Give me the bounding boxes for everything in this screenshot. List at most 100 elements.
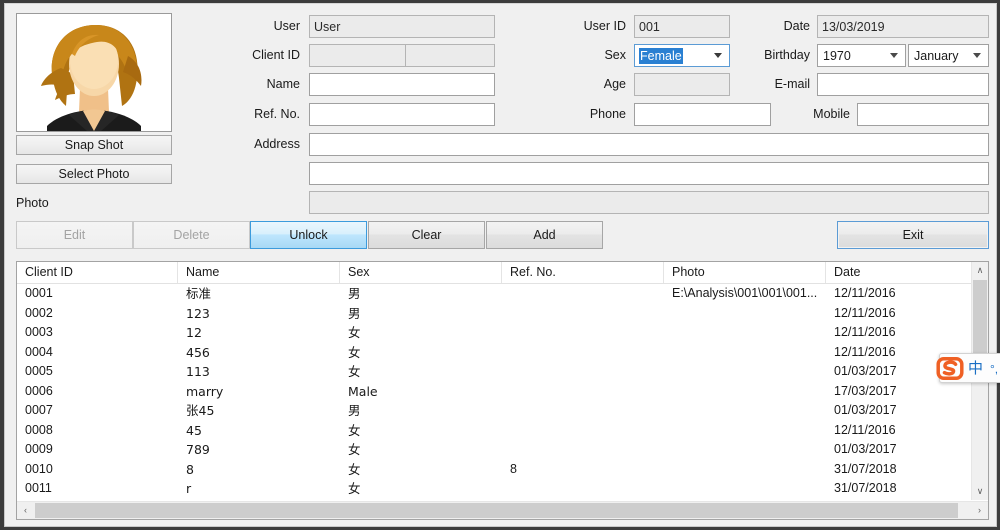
cell-name: 45 — [186, 422, 202, 438]
birthday-year-dropdown[interactable]: 1970 — [817, 44, 906, 67]
address-field-line2[interactable] — [309, 162, 989, 185]
cell-sex: 女 — [348, 325, 361, 340]
table-row[interactable]: 0010 8 女 8 31/07/2018 — [17, 460, 988, 480]
email-field[interactable] — [817, 73, 989, 96]
table-row[interactable]: 0003 12 女 12/11/2016 — [17, 323, 988, 343]
address-field-line1[interactable] — [309, 133, 989, 156]
column-header-client-id[interactable]: Client ID — [17, 262, 178, 283]
cell-name: 123 — [186, 305, 210, 321]
cell-date: 01/03/2017 — [834, 442, 897, 456]
table-row[interactable]: 0008 45 女 12/11/2016 — [17, 421, 988, 441]
unlock-button[interactable]: Unlock — [250, 221, 367, 249]
cell-name: 8 — [186, 461, 194, 477]
cell-photo — [664, 440, 826, 460]
ime-mode-label[interactable]: 中 — [968, 359, 983, 378]
horizontal-scrollbar[interactable]: ‹ › — [17, 501, 988, 519]
client-id-field-b[interactable] — [405, 44, 495, 67]
cell-ref-no — [502, 323, 664, 343]
cell-photo: E:\Analysis\001\001\001... — [672, 286, 818, 300]
date-field[interactable] — [817, 15, 989, 38]
list-body: 0001 标准男 E:\Analysis\001\001\001... 12/11/2… — [17, 284, 988, 499]
cell-photo — [664, 343, 826, 363]
cell-name: r — [186, 481, 192, 496]
cell-ref-no — [502, 304, 664, 324]
cell-sex: 男 — [348, 403, 361, 418]
scroll-up-arrow-icon[interactable]: ∧ — [972, 262, 988, 279]
birthday-month-dropdown[interactable]: January — [908, 44, 989, 67]
photo-label: Photo — [16, 196, 49, 210]
cell-name: marry — [186, 383, 224, 399]
sogou-logo-icon[interactable] — [936, 356, 964, 381]
cell-photo — [664, 323, 826, 343]
column-header-ref-no[interactable]: Ref. No. — [502, 262, 664, 283]
cell-sex: 男 — [348, 286, 361, 301]
cell-sex: Male — [348, 383, 378, 399]
cell-date: 12/11/2016 — [834, 325, 896, 339]
ime-punctuation-toggle[interactable]: °, — [990, 360, 998, 378]
clear-button[interactable]: Clear — [368, 221, 485, 249]
client-id-field-a[interactable] — [309, 44, 406, 67]
cell-client-id: 0003 — [25, 325, 53, 339]
photo-path-field[interactable] — [309, 191, 989, 214]
table-row[interactable]: 0002 123 男 12/11/2016 — [17, 304, 988, 324]
ime-floating-bar[interactable]: 中 °, — [936, 353, 1000, 383]
cell-client-id: 0011 — [25, 481, 52, 495]
avatar-illustration — [17, 14, 171, 131]
photo-preview[interactable] — [16, 13, 172, 132]
delete-button[interactable]: Delete — [133, 221, 250, 249]
column-header-date[interactable]: Date — [826, 262, 972, 283]
table-row[interactable]: 0009 789 女 01/03/2017 — [17, 440, 988, 460]
sex-dropdown-value: Female — [639, 48, 683, 64]
table-row[interactable]: 0004 456 女 12/11/2016 — [17, 343, 988, 363]
cell-sex: 女 — [348, 422, 361, 438]
cell-sex: 女 — [348, 461, 361, 477]
name-label: Name — [266, 77, 300, 91]
client-id-label: Client ID — [252, 48, 300, 62]
add-button[interactable]: Add — [486, 221, 603, 249]
table-row[interactable]: 0007 张45 男 01/03/2017 — [17, 401, 988, 421]
cell-sex: 男 — [348, 305, 361, 321]
select-photo-button[interactable]: Select Photo — [16, 164, 172, 184]
table-row[interactable]: 0011 r 女 31/07/2018 — [17, 479, 988, 499]
column-header-name[interactable]: Name — [178, 262, 340, 283]
table-row[interactable]: 0001 标准 男 E:\Analysis\001\001\001... 12/11/2… — [17, 284, 988, 304]
cell-sex: 女 — [348, 364, 361, 379]
cell-name: 张45 — [186, 403, 215, 418]
user-field[interactable] — [309, 15, 495, 38]
cell-ref-no — [502, 284, 664, 304]
name-field[interactable] — [309, 73, 495, 96]
table-row[interactable]: 0005 113 女 01/03/2017 — [17, 362, 988, 382]
cell-name: 标准 — [186, 286, 212, 301]
chevron-down-icon — [973, 53, 981, 58]
cell-ref-no — [502, 343, 664, 363]
birthday-year-value: 1970 — [823, 49, 851, 63]
horizontal-scroll-thumb[interactable] — [35, 503, 958, 518]
list-header-row: Client ID Name Sex Ref. No. Photo Date — [17, 262, 988, 284]
cell-date: 01/03/2017 — [834, 403, 897, 417]
cell-client-id: 0002 — [25, 305, 53, 320]
exit-button[interactable]: Exit — [837, 221, 989, 249]
cell-date: 12/11/2016 — [834, 422, 896, 437]
column-header-sex[interactable]: Sex — [340, 262, 502, 283]
column-header-photo[interactable]: Photo — [664, 262, 826, 283]
cell-client-id: 0005 — [25, 364, 53, 378]
user-id-label: User ID — [583, 19, 626, 33]
clients-list[interactable]: Client ID Name Sex Ref. No. Photo Date 0… — [16, 261, 989, 520]
mobile-field[interactable] — [857, 103, 989, 126]
snap-shot-button[interactable]: Snap Shot — [16, 135, 172, 155]
scroll-right-arrow-icon[interactable]: › — [971, 502, 988, 519]
edit-button[interactable]: Edit — [16, 221, 133, 249]
cell-photo — [664, 382, 826, 402]
cell-sex: 女 — [348, 442, 361, 457]
cell-ref-no — [502, 479, 664, 499]
cell-date: 12/11/2016 — [834, 286, 896, 300]
ref-no-field[interactable] — [309, 103, 495, 126]
scroll-down-arrow-icon[interactable]: ∨ — [972, 483, 988, 500]
cell-date: 31/07/2018 — [834, 461, 897, 476]
scroll-left-arrow-icon[interactable]: ‹ — [17, 502, 34, 519]
table-row[interactable]: 0006 marry Male 17/03/2017 — [17, 382, 988, 402]
cell-name: 789 — [186, 442, 210, 457]
user-label: User — [273, 19, 300, 33]
chevron-down-icon — [890, 53, 898, 58]
cell-client-id: 0004 — [25, 344, 53, 359]
